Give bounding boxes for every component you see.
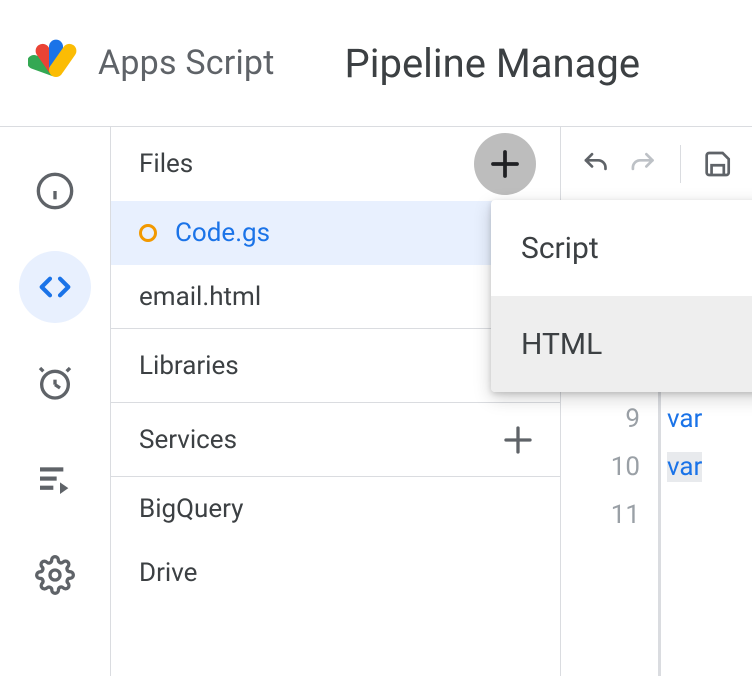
toolbar-divider <box>680 145 681 183</box>
line-number: 11 <box>561 491 640 539</box>
nav-triggers-icon[interactable] <box>19 347 91 419</box>
service-name: BigQuery <box>139 494 243 524</box>
save-icon[interactable] <box>703 147 732 181</box>
nav-rail <box>0 127 111 676</box>
file-name: email.html <box>139 282 261 312</box>
services-section-header: Services <box>111 403 560 477</box>
nav-executions-icon[interactable] <box>19 443 91 515</box>
apps-script-logo-icon <box>28 35 84 91</box>
services-list: BigQuery Drive <box>111 477 560 605</box>
nav-overview-icon[interactable] <box>19 155 91 227</box>
app-header: Apps Script Pipeline Manage <box>0 0 752 127</box>
project-title[interactable]: Pipeline Manage <box>345 40 641 87</box>
add-file-button[interactable] <box>474 133 536 195</box>
line-number: 9 <box>561 395 640 443</box>
redo-icon[interactable] <box>628 147 657 181</box>
nav-editor-icon[interactable] <box>19 251 91 323</box>
unsaved-indicator-icon <box>139 224 157 242</box>
code-line[interactable]: var <box>667 395 752 443</box>
dropdown-item[interactable]: Script <box>491 200 752 296</box>
file-name: Code.gs <box>175 218 270 248</box>
files-label: Files <box>139 149 193 179</box>
add-file-dropdown: ScriptHTML <box>491 200 752 392</box>
services-label: Services <box>139 425 237 455</box>
code-line[interactable] <box>667 491 752 539</box>
add-service-icon[interactable] <box>500 422 536 458</box>
files-section-header: Files <box>111 127 560 201</box>
service-name: Drive <box>139 558 197 588</box>
nav-settings-icon[interactable] <box>19 539 91 611</box>
code-line[interactable]: var <box>667 443 752 491</box>
service-item[interactable]: Drive <box>111 541 560 605</box>
undo-icon[interactable] <box>581 147 610 181</box>
libraries-label: Libraries <box>139 351 239 381</box>
editor-toolbar <box>561 127 752 201</box>
service-item[interactable]: BigQuery <box>111 477 560 541</box>
line-number: 10 <box>561 443 640 491</box>
app-logo-wrap[interactable]: Apps Script <box>28 35 275 91</box>
dropdown-item[interactable]: HTML <box>491 296 752 392</box>
app-name: Apps Script <box>98 43 275 83</box>
